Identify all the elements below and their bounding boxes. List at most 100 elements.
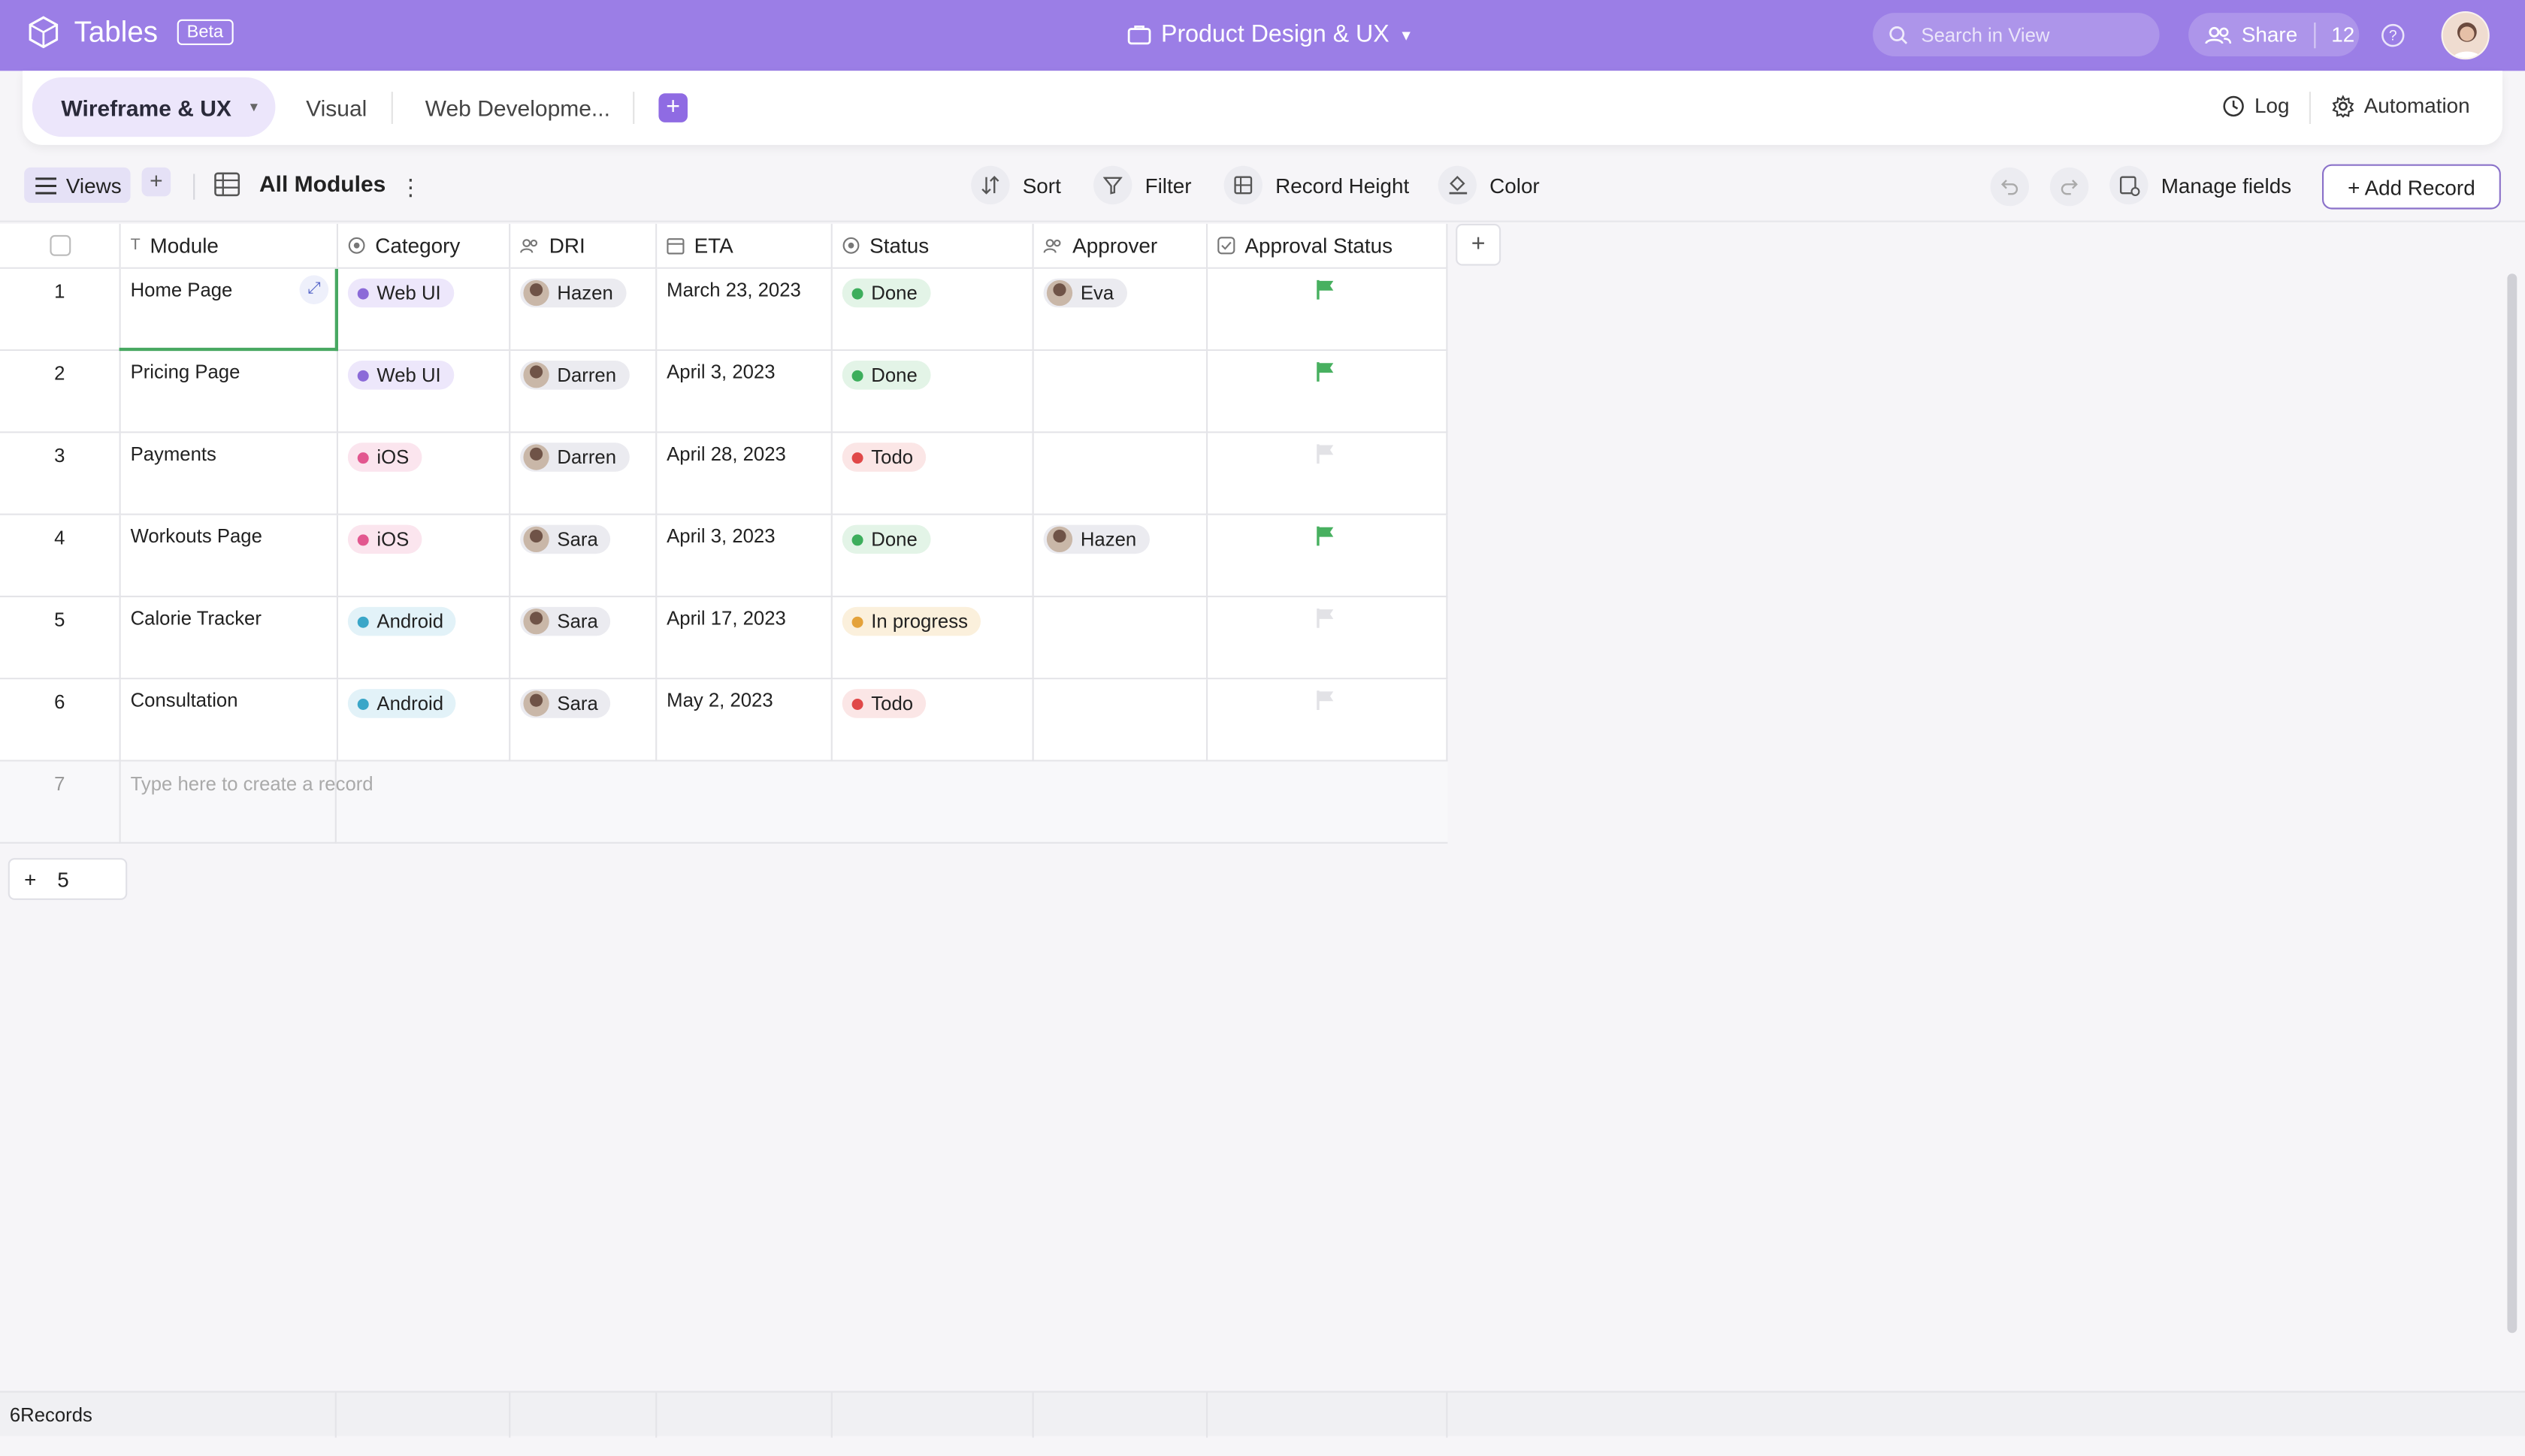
cell-content: April 3, 2023 bbox=[667, 361, 775, 383]
approver-cell[interactable] bbox=[1034, 351, 1208, 433]
column-header-category[interactable]: Category bbox=[338, 223, 511, 269]
category-cell[interactable]: Android bbox=[338, 597, 511, 680]
brand[interactable]: Tables Beta bbox=[26, 14, 234, 50]
column-header-status[interactable]: Status bbox=[832, 223, 1034, 269]
approver-cell[interactable] bbox=[1034, 679, 1208, 762]
table-row[interactable]: 5 Calorie Tracker Android Sara April 17, 202… bbox=[0, 597, 1448, 680]
manage-fields-button[interactable]: Manage fields bbox=[2109, 165, 2291, 205]
views-button[interactable]: Views bbox=[24, 167, 131, 203]
add-record-button[interactable]: + Add Record bbox=[2322, 164, 2501, 210]
dri-cell[interactable]: Sara bbox=[510, 597, 658, 680]
workspace-title[interactable]: Product Design & UX ▼ bbox=[1127, 21, 1414, 48]
module-cell[interactable]: Payments bbox=[121, 433, 338, 515]
status-cell[interactable]: Done bbox=[833, 268, 1034, 352]
flag-icon[interactable] bbox=[1314, 361, 1337, 383]
approval-status-cell[interactable] bbox=[1208, 597, 1448, 680]
search-input[interactable]: Search in View bbox=[1873, 13, 2160, 56]
category-cell[interactable]: Web UI bbox=[338, 351, 511, 433]
add-rows-count[interactable]: 5 bbox=[57, 867, 69, 891]
flag-icon[interactable] bbox=[1314, 525, 1337, 548]
record-height-button[interactable]: Record Height bbox=[1223, 165, 1409, 205]
tab-wireframe-ux[interactable]: Wireframe & UX ▼ bbox=[32, 77, 276, 137]
approval-status-cell[interactable] bbox=[1208, 268, 1448, 352]
dri-cell[interactable]: Hazen bbox=[510, 268, 658, 352]
approver-cell[interactable]: Eva bbox=[1034, 268, 1208, 352]
color-button[interactable]: Color bbox=[1438, 165, 1540, 205]
dri-cell[interactable]: Darren bbox=[510, 433, 658, 515]
module-cell[interactable]: Calorie Tracker bbox=[121, 597, 338, 680]
add-view-button[interactable]: + bbox=[141, 167, 171, 197]
dri-cell[interactable]: Sara bbox=[510, 679, 658, 762]
color-dot bbox=[357, 697, 369, 709]
flag-icon[interactable] bbox=[1314, 279, 1337, 301]
log-button[interactable]: Log bbox=[2222, 93, 2290, 117]
expand-record-icon[interactable]: ⤢ bbox=[299, 275, 329, 304]
category-cell[interactable]: iOS bbox=[338, 515, 511, 597]
cell-content: Eva bbox=[1043, 278, 1127, 308]
column-header-approver[interactable]: Approver bbox=[1033, 223, 1208, 269]
status-cell[interactable]: Todo bbox=[833, 433, 1034, 515]
cell-content: Sara bbox=[520, 524, 611, 554]
status-cell[interactable]: In progress bbox=[833, 597, 1034, 680]
current-view[interactable]: All Modules bbox=[214, 171, 386, 196]
eta-cell[interactable]: April 17, 2023 bbox=[657, 597, 833, 680]
category-cell[interactable]: iOS bbox=[338, 433, 511, 515]
column-header-dri[interactable]: DRI bbox=[510, 223, 658, 269]
share-button[interactable]: Share 12 bbox=[2188, 13, 2360, 56]
category-cell[interactable]: Web UI bbox=[338, 268, 511, 352]
approver-cell[interactable] bbox=[1034, 597, 1208, 680]
eta-cell[interactable]: April 3, 2023 bbox=[657, 515, 833, 597]
dri-cell[interactable]: Sara bbox=[510, 515, 658, 597]
approval-status-cell[interactable] bbox=[1208, 433, 1448, 515]
module-cell[interactable]: Workouts Page bbox=[121, 515, 338, 597]
tab-web-development[interactable]: Web Developme... bbox=[425, 77, 610, 137]
automation-button[interactable]: Automation bbox=[2332, 93, 2470, 117]
redo-icon[interactable] bbox=[2049, 167, 2089, 207]
eta-cell[interactable]: March 23, 2023 bbox=[657, 268, 833, 352]
module-cell[interactable]: Pricing Page bbox=[121, 351, 338, 433]
eta-cell[interactable]: May 2, 2023 bbox=[657, 679, 833, 762]
undo-icon[interactable] bbox=[1990, 167, 2029, 207]
help-icon[interactable]: ? bbox=[2380, 23, 2406, 48]
eta-cell[interactable]: April 28, 2023 bbox=[657, 433, 833, 515]
new-record-input[interactable]: Type here to create a record bbox=[121, 761, 373, 844]
table-row[interactable]: 4 Workouts Page iOS Sara April 3, 2023 Done Ha… bbox=[0, 515, 1448, 597]
row-number: 3 bbox=[54, 444, 65, 467]
table-row[interactable]: 1 Home Page Web UI Hazen March 23, 2023 Done E… bbox=[0, 268, 1448, 352]
filter-button[interactable]: Filter bbox=[1093, 165, 1191, 205]
flag-icon[interactable] bbox=[1314, 689, 1337, 711]
column-header-approval-status[interactable]: Approval Status bbox=[1208, 223, 1448, 269]
tab-visual[interactable]: Visual bbox=[306, 77, 367, 137]
status-cell[interactable]: Done bbox=[833, 351, 1034, 433]
summary-cell bbox=[510, 1392, 658, 1438]
user-avatar[interactable] bbox=[2441, 11, 2490, 60]
approval-status-cell[interactable] bbox=[1208, 515, 1448, 597]
vertical-scrollbar[interactable] bbox=[2507, 273, 2517, 1334]
add-rows-control[interactable]: + 5 bbox=[8, 858, 128, 900]
person-name: Darren bbox=[557, 364, 617, 387]
approval-status-cell[interactable] bbox=[1208, 351, 1448, 433]
eta-cell[interactable]: April 3, 2023 bbox=[657, 351, 833, 433]
new-record-row[interactable]: 7 Type here to create a record bbox=[0, 761, 1448, 844]
row-number: 6 bbox=[54, 690, 65, 714]
select-all-checkbox[interactable] bbox=[49, 234, 71, 256]
flag-icon[interactable] bbox=[1314, 607, 1337, 630]
category-cell[interactable]: Android bbox=[338, 679, 511, 762]
add-tab-button[interactable]: + bbox=[658, 93, 688, 122]
table-row[interactable]: 3 Payments iOS Darren April 28, 2023 Todo bbox=[0, 433, 1448, 515]
module-cell[interactable]: Consultation bbox=[121, 679, 338, 762]
approver-cell[interactable]: Hazen bbox=[1034, 515, 1208, 597]
status-cell[interactable]: Done bbox=[833, 515, 1034, 597]
dri-cell[interactable]: Darren bbox=[510, 351, 658, 433]
table-row[interactable]: 6 Consultation Android Sara May 2, 2023 Todo bbox=[0, 679, 1448, 762]
sort-button[interactable]: Sort bbox=[971, 165, 1061, 205]
add-column-button[interactable]: + bbox=[1456, 223, 1501, 266]
flag-icon[interactable] bbox=[1314, 443, 1337, 465]
status-cell[interactable]: Todo bbox=[833, 679, 1034, 762]
column-header-eta[interactable]: ETA bbox=[657, 223, 833, 269]
approval-status-cell[interactable] bbox=[1208, 679, 1448, 762]
more-options-icon[interactable]: ⋮ bbox=[399, 174, 422, 201]
approver-cell[interactable] bbox=[1034, 433, 1208, 515]
table-row[interactable]: 2 Pricing Page Web UI Darren April 3, 2023 Do… bbox=[0, 351, 1448, 433]
column-header-module[interactable]: T Module bbox=[120, 223, 338, 269]
